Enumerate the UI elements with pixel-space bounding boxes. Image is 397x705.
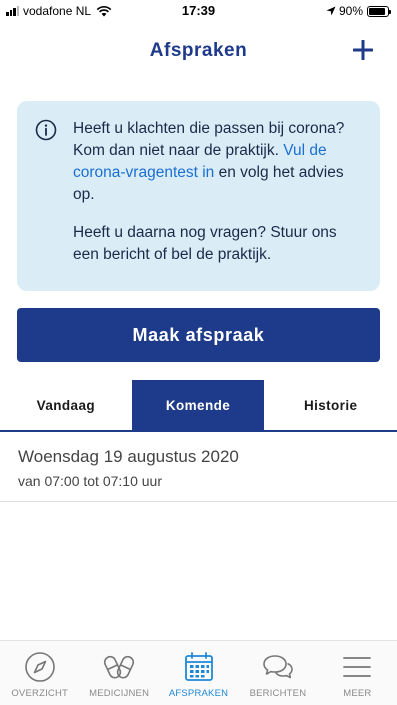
add-appointment-button[interactable] <box>347 34 379 66</box>
battery-level-fill <box>369 7 386 15</box>
location-arrow-icon <box>326 6 336 16</box>
battery-percentage: 90% <box>338 4 363 18</box>
page-title: Afspraken <box>149 40 248 61</box>
nav-label-afspraken: AFSPRAKEN <box>168 688 229 699</box>
nav-label-medicijnen: MEDICIJNEN <box>89 688 150 699</box>
nav-item-meer[interactable]: MEER <box>318 641 397 705</box>
status-bar: vodafone NL 17:39 90% <box>0 0 397 22</box>
tab-vandaag[interactable]: Vandaag <box>0 380 132 430</box>
status-right: 90% <box>326 4 391 18</box>
appointment-tabs: Vandaag Komende Historie <box>0 380 397 432</box>
nav-item-berichten[interactable]: BERICHTEN <box>238 641 317 705</box>
info-circle-icon <box>35 119 57 141</box>
corona-info-box: Heeft u klachten die passen bij corona? … <box>17 101 380 291</box>
appointment-date: Woensdag 19 augustus 2020 <box>18 447 239 466</box>
compass-icon <box>24 652 55 682</box>
plus-icon <box>353 40 373 60</box>
nav-label-overzicht: OVERZICHT <box>11 688 69 699</box>
pills-icon <box>104 655 135 679</box>
nav-item-afspraken[interactable]: AFSPRAKEN <box>159 641 238 705</box>
bottom-navigation: OVERZICHT MEDICIJNEN AFSPRAKEN BERICHTEN… <box>0 640 397 705</box>
chat-bubbles-icon <box>263 655 293 679</box>
make-appointment-button[interactable]: Maak afspraak <box>17 308 380 362</box>
nav-label-meer: MEER <box>343 688 372 699</box>
nav-label-berichten: BERICHTEN <box>249 688 307 699</box>
appointment-time: van 07:00 tot 07:10 uur <box>18 473 162 489</box>
nav-item-overzicht[interactable]: OVERZICHT <box>0 641 79 705</box>
tab-komende[interactable]: Komende <box>131 380 265 430</box>
appointment-list-item[interactable]: Woensdag 19 augustus 2020 van 07:00 tot … <box>0 432 397 502</box>
info-paragraph-2: Heeft u daarna nog vragen? Stuur ons een… <box>73 224 337 263</box>
info-paragraph-1: Heeft u klachten die passen bij corona? … <box>73 118 364 206</box>
menu-icon <box>343 657 372 677</box>
calendar-icon <box>184 652 213 681</box>
header: Afspraken <box>0 28 397 76</box>
tab-historie[interactable]: Historie <box>264 380 397 430</box>
battery-icon <box>367 5 391 17</box>
nav-item-medicijnen[interactable]: MEDICIJNEN <box>79 641 158 705</box>
